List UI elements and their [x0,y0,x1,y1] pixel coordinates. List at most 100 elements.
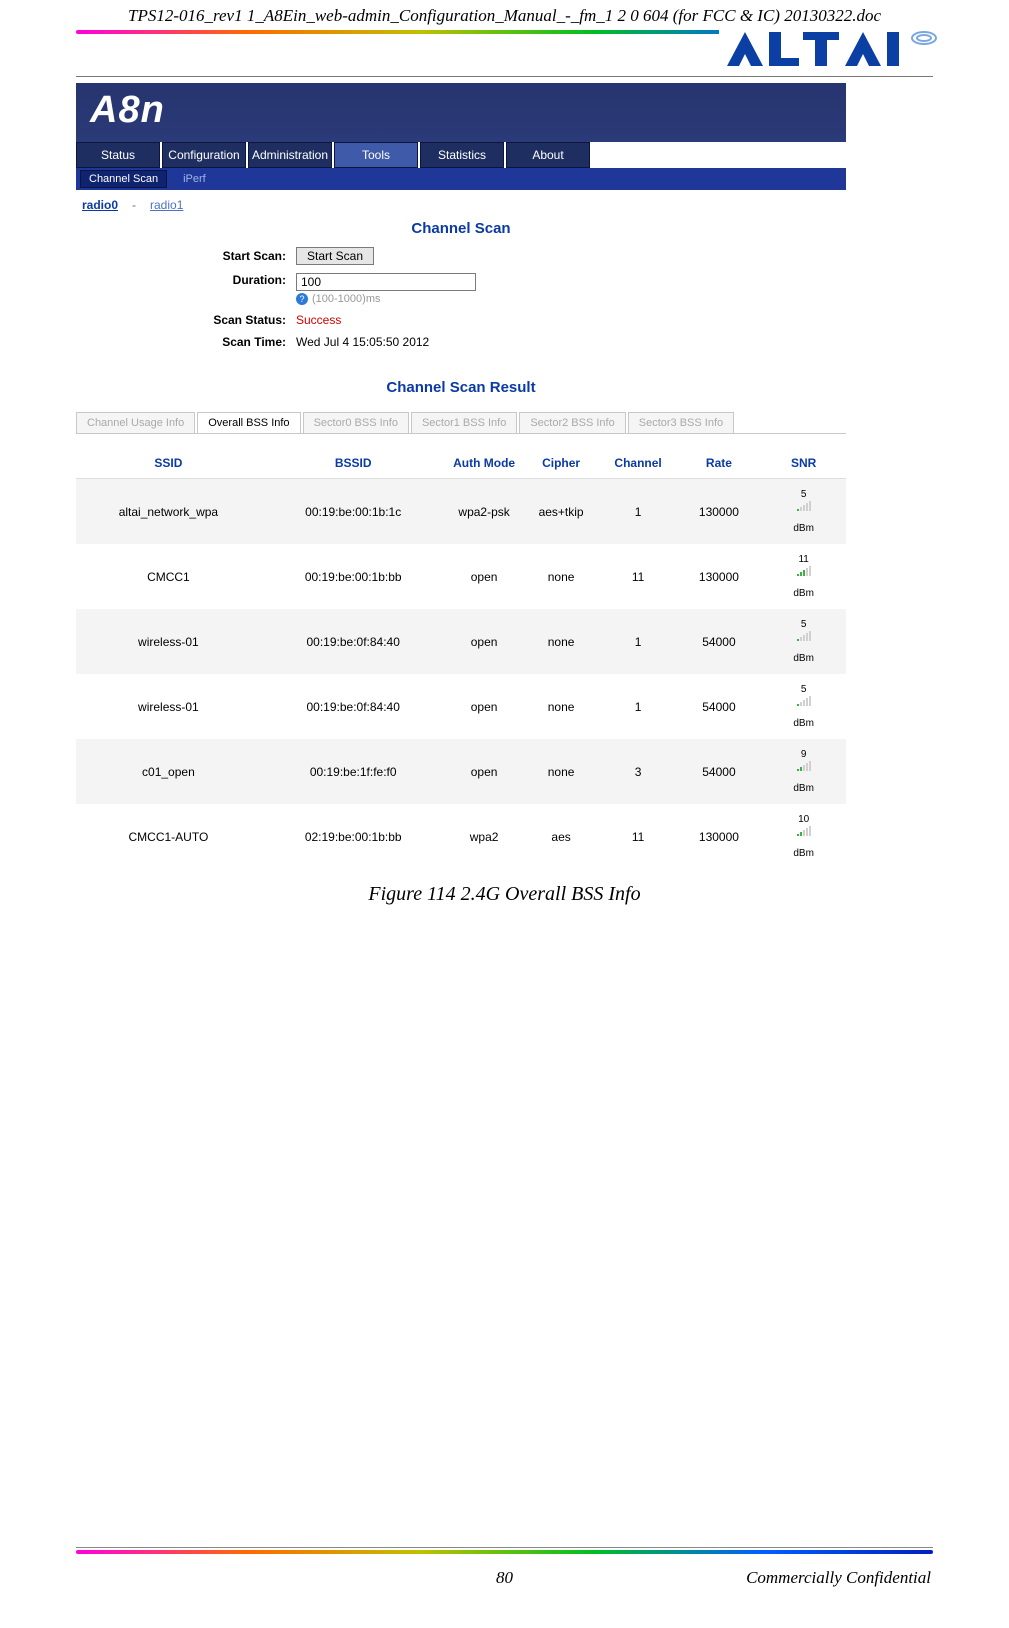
cell-channel: 1 [600,479,677,545]
cell-snr: 5dBm [761,479,846,545]
cell-cipher: aes+tkip [523,479,600,545]
cell-cipher: aes [523,804,600,869]
submenu-iperf[interactable]: iPerf [175,171,214,187]
cell-rate: 54000 [677,739,762,804]
scan-time-label: Scan Time: [76,335,296,349]
cell-snr: 11dBm [761,544,846,609]
cell-bssid: 00:19:be:0f:84:40 [261,609,446,674]
cell-channel: 11 [600,804,677,869]
tab-sector1-bss-info[interactable]: Sector1 BSS Info [411,412,517,433]
cell-ssid: CMCC1-AUTO [76,804,261,869]
cell-cipher: none [523,739,600,804]
cell-auth: open [446,739,523,804]
th-auth[interactable]: Auth Mode [446,448,523,479]
main-menu: Status Configuration Administration Tool… [76,142,846,168]
cell-bssid: 02:19:be:00:1b:bb [261,804,446,869]
radio0-link[interactable]: radio0 [82,198,118,212]
menu-administration[interactable]: Administration [248,142,332,168]
table-row: CMCC1-AUTO02:19:be:00:1b:bbwpa2aes111300… [76,804,846,869]
cell-rate: 130000 [677,804,762,869]
table-row: altai_network_wpa00:19:be:00:1b:1cwpa2-p… [76,479,846,545]
table-row: c01_open00:19:be:1f:fe:f0opennone3540009… [76,739,846,804]
cell-cipher: none [523,609,600,674]
cell-rate: 130000 [677,544,762,609]
th-cipher[interactable]: Cipher [523,448,600,479]
scan-time-value: Wed Jul 4 15:05:50 2012 [296,335,429,349]
cell-snr: 5dBm [761,674,846,739]
th-ssid[interactable]: SSID [76,448,261,479]
result-tabs: Channel Usage Info Overall BSS Info Sect… [76,412,846,434]
tab-sector2-bss-info[interactable]: Sector2 BSS Info [519,412,625,433]
scan-status-value: Success [296,313,341,327]
th-channel[interactable]: Channel [600,448,677,479]
duration-hint: ? (100-1000)ms [296,293,476,305]
start-scan-label: Start Scan: [76,249,296,263]
section-channel-scan-result: Channel Scan Result [76,373,846,406]
header-thin-rule [76,76,933,77]
cell-snr: 10dBm [761,804,846,869]
footer-thin-rule [76,1547,933,1548]
menu-tools[interactable]: Tools [334,142,418,168]
start-scan-button[interactable]: Start Scan [296,247,374,265]
duration-input[interactable] [296,273,476,291]
cell-cipher: none [523,674,600,739]
cell-cipher: none [523,544,600,609]
menu-about[interactable]: About [506,142,590,168]
figure-caption: Figure 114 2.4G Overall BSS Info [76,883,933,906]
radio-selector: radio0 - radio1 [76,190,846,214]
cell-bssid: 00:19:be:00:1b:1c [261,479,446,545]
table-row: wireless-0100:19:be:0f:84:40opennone1540… [76,609,846,674]
th-bssid[interactable]: BSSID [261,448,446,479]
cell-ssid: wireless-01 [76,609,261,674]
tab-sector3-bss-info[interactable]: Sector3 BSS Info [628,412,734,433]
cell-snr: 9dBm [761,739,846,804]
app-screenshot: A8n Status Configuration Administration … [76,83,846,869]
scan-status-label: Scan Status: [76,313,296,327]
info-icon: ? [296,293,308,305]
app-brand-bar: A8n [76,83,846,142]
cell-channel: 11 [600,544,677,609]
footer: 80 Commercially Confidential [76,1543,933,1588]
radio-separator: - [132,198,136,212]
cell-auth: wpa2-psk [446,479,523,545]
cell-bssid: 00:19:be:0f:84:40 [261,674,446,739]
result-table: SSID BSSID Auth Mode Cipher Channel Rate… [76,448,846,869]
cell-auth: wpa2 [446,804,523,869]
menu-configuration[interactable]: Configuration [162,142,246,168]
tab-sector0-bss-info[interactable]: Sector0 BSS Info [303,412,409,433]
cell-bssid: 00:19:be:00:1b:bb [261,544,446,609]
section-channel-scan: Channel Scan [76,214,846,247]
radio1-link[interactable]: radio1 [150,198,183,212]
cell-rate: 130000 [677,479,762,545]
logo [719,26,939,74]
cell-bssid: 00:19:be:1f:fe:f0 [261,739,446,804]
cell-auth: open [446,544,523,609]
cell-ssid: altai_network_wpa [76,479,261,545]
duration-label: Duration: [76,273,296,287]
cell-ssid: c01_open [76,739,261,804]
duration-hint-text: (100-1000)ms [312,293,380,305]
cell-rate: 54000 [677,674,762,739]
submenu-channel-scan[interactable]: Channel Scan [80,170,167,188]
cell-channel: 1 [600,609,677,674]
cell-ssid: wireless-01 [76,674,261,739]
cell-snr: 5dBm [761,609,846,674]
cell-rate: 54000 [677,609,762,674]
menu-statistics[interactable]: Statistics [420,142,504,168]
cell-channel: 3 [600,739,677,804]
app-brand: A8n [90,89,165,131]
sub-menu: Channel Scan iPerf [76,168,846,190]
tab-channel-usage-info[interactable]: Channel Usage Info [76,412,195,433]
cell-auth: open [446,609,523,674]
th-rate[interactable]: Rate [677,448,762,479]
altai-logo-icon [719,26,939,74]
cell-channel: 1 [600,674,677,739]
th-snr[interactable]: SNR [761,448,846,479]
page-number: 80 [76,1568,933,1588]
menu-status[interactable]: Status [76,142,160,168]
table-row: wireless-0100:19:be:0f:84:40opennone1540… [76,674,846,739]
cell-auth: open [446,674,523,739]
table-row: CMCC100:19:be:00:1b:bbopennone1113000011… [76,544,846,609]
doc-header: TPS12-016_rev1 1_A8Ein_web-admin_Configu… [0,0,1009,28]
tab-overall-bss-info[interactable]: Overall BSS Info [197,412,300,433]
